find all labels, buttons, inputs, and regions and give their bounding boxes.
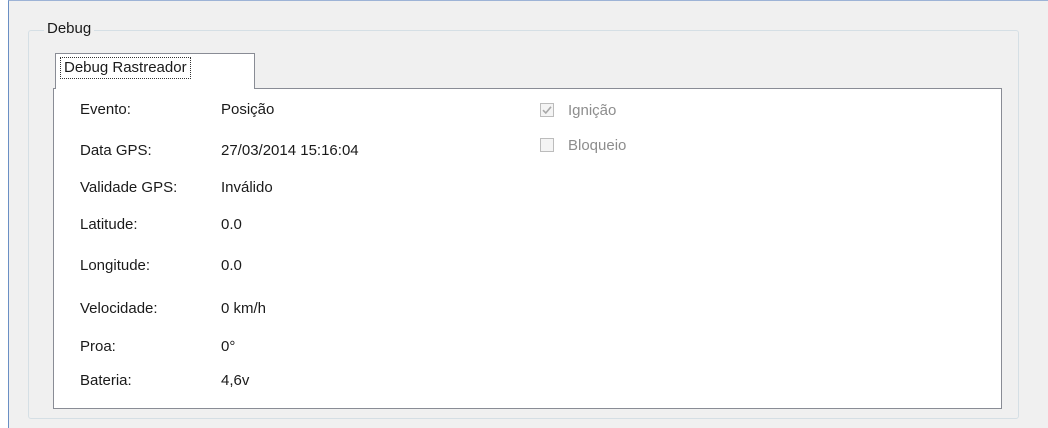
groupbox-title: Debug [44,20,95,37]
field-label-data-gps: Data GPS: [80,142,152,159]
field-value-velocidade: 0 km/h [221,300,267,317]
field-label-bateria: Bateria: [80,372,132,389]
field-label-evento: Evento: [80,101,131,118]
field-label-latitude: Latitude: [80,216,138,233]
field-label-longitude: Longitude: [80,257,151,274]
field-label-proa: Proa: [80,338,116,355]
tab-debug-rastreador[interactable]: Debug Rastreador [55,53,255,89]
field-label-validade-gps: Validade GPS: [80,179,178,196]
field-label-velocidade: Velocidade: [80,300,158,317]
field-value-latitude: 0.0 [221,216,242,233]
field-value-data-gps: 27/03/2014 15:16:04 [221,142,359,159]
checkmark-icon[interactable] [540,103,554,117]
checkbox-empty-icon[interactable] [540,138,554,152]
field-value-validade-gps: Inválido [221,179,273,196]
bloqueio-checkbox[interactable]: Bloqueio [540,136,626,154]
tab-label: Debug Rastreador [60,57,191,79]
tab-panel [53,88,1002,409]
field-value-longitude: 0.0 [221,257,242,274]
field-value-evento: Posição [221,101,275,118]
field-value-bateria: 4,6v [221,372,250,389]
bloqueio-label: Bloqueio [568,136,627,154]
field-value-proa: 0° [221,338,236,355]
ignicao-checkbox[interactable]: Ignição [540,101,616,119]
ignicao-label: Ignição [568,101,617,119]
